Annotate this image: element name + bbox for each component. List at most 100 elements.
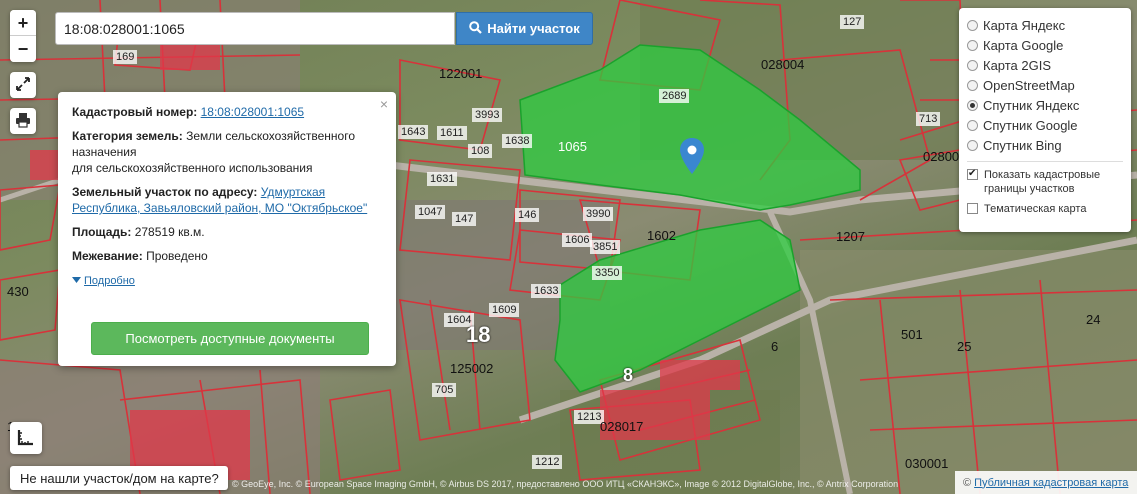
map-label: 1631 — [427, 172, 458, 186]
layer-radio[interactable] — [967, 139, 978, 151]
land-usage-value: для сельскохозяйственного использования — [72, 161, 313, 175]
ruler-icon — [17, 428, 35, 449]
area-label: Площадь: — [72, 225, 132, 239]
map-label: 3990 — [583, 207, 614, 221]
divider — [967, 161, 1123, 162]
map-label: 147 — [452, 212, 477, 226]
base-layer-list: Карта Яндекс Карта Google Карта 2GIS OpenSt… — [967, 15, 1123, 155]
map-label: 122001 — [439, 66, 483, 81]
survey-value: Проведено — [146, 249, 208, 263]
layer-option[interactable]: Спутник Bing — [967, 135, 1123, 155]
map-label: 3993 — [472, 108, 503, 122]
map-label: 1602 — [647, 228, 676, 243]
fullscreen-icon — [15, 76, 31, 95]
map-label: 3851 — [590, 240, 621, 254]
not-found-button[interactable]: Не нашли участок/дом на карте? — [10, 466, 228, 490]
layer-option[interactable]: Карта Google — [967, 35, 1123, 55]
map-label: 1047 — [415, 205, 446, 219]
layer-option-label: Спутник Google — [983, 117, 1078, 133]
thematic-map-toggle[interactable]: Тематическая карта — [967, 202, 1123, 216]
print-button[interactable] — [10, 108, 36, 134]
copyright-bar: © Публичная кадастровая карта — [955, 471, 1137, 494]
layer-option[interactable]: OpenStreetMap — [967, 75, 1123, 95]
area-value: 278519 кв.м. — [134, 225, 205, 239]
layer-option-label: Карта Google — [983, 37, 1064, 53]
imagery-attribution: © GeoEye, Inc. © European Space Imaging … — [232, 479, 899, 489]
layer-option[interactable]: Спутник Google — [967, 115, 1123, 135]
layer-radio[interactable] — [967, 119, 978, 131]
map-label: 127 — [840, 15, 865, 29]
thematic-map-checkbox[interactable] — [967, 203, 978, 214]
map-label: 169 — [113, 50, 138, 64]
address-label: Земельный участок по адресу: — [72, 185, 258, 199]
map-label: 1207 — [836, 229, 865, 244]
show-boundaries-toggle[interactable]: Показать кадастровые границы участков — [967, 167, 1123, 196]
layer-switcher-panel: Карта Яндекс Карта Google Карта 2GIS OpenSt… — [959, 8, 1131, 232]
map-label: 501 — [901, 327, 923, 342]
map-label: 02800 — [923, 149, 960, 164]
map-label: 028004 — [761, 57, 805, 72]
find-parcel-label: Найти участок — [487, 21, 580, 36]
print-icon — [15, 112, 31, 131]
map-label: 1611 — [437, 126, 467, 140]
map-marker-icon[interactable] — [680, 138, 704, 174]
survey-label: Межевание: — [72, 249, 143, 263]
map-label: 1212 — [532, 455, 563, 469]
layer-option-label: Карта 2GIS — [983, 57, 1052, 73]
view-documents-button[interactable]: Посмотреть доступные документы — [91, 322, 369, 355]
details-label: Подробно — [84, 275, 135, 287]
map-label: 125002 — [450, 361, 494, 376]
cadastral-number-label: Кадастровый номер: — [72, 105, 198, 119]
map-label: 1609 — [489, 303, 520, 317]
map-label: 028017 — [600, 419, 644, 434]
close-icon[interactable]: × — [380, 96, 388, 112]
layer-option[interactable]: Спутник Яндекс — [967, 95, 1123, 115]
cadastral-number-link[interactable]: 18:08:028001:1065 — [201, 105, 304, 119]
map-label: 146 — [515, 208, 540, 222]
map-label: 3350 — [592, 266, 623, 280]
map-label: 25 — [957, 339, 972, 354]
layer-radio[interactable] — [967, 79, 978, 91]
layer-option[interactable]: Карта 2GIS — [967, 55, 1123, 75]
map-label: 6 — [771, 339, 779, 354]
show-boundaries-label: Показать кадастровые границы участков — [984, 169, 1101, 195]
map-label: 24 — [1086, 312, 1101, 327]
zoom-control: + − — [10, 10, 36, 62]
map-label: 030001 — [905, 456, 949, 471]
layer-option-label: OpenStreetMap — [983, 77, 1075, 93]
parcel-info-popup: × Кадастровый номер: 18:08:028001:1065 К… — [58, 92, 396, 366]
map-label: 1606 — [562, 233, 593, 247]
find-parcel-button[interactable]: Найти участок — [456, 12, 593, 45]
map-label: 1638 — [502, 134, 533, 148]
map-label: 2689 — [659, 89, 690, 103]
layer-option-label: Спутник Bing — [983, 137, 1062, 153]
details-toggle[interactable]: Подробно — [72, 273, 135, 289]
layer-option-label: Спутник Яндекс — [983, 97, 1080, 113]
layer-radio[interactable] — [967, 39, 978, 51]
map-label: 8 — [623, 365, 634, 385]
measure-button[interactable] — [10, 422, 42, 454]
fullscreen-button[interactable] — [10, 72, 36, 98]
zoom-out-button[interactable]: − — [10, 36, 36, 62]
map-label: 430 — [7, 284, 29, 299]
map-label: 108 — [468, 144, 493, 158]
zoom-in-button[interactable]: + — [10, 10, 36, 36]
caret-down-icon — [72, 273, 81, 289]
map-label: 18 — [466, 322, 491, 347]
thematic-map-label: Тематическая карта — [984, 203, 1087, 215]
layer-radio[interactable] — [967, 19, 978, 31]
layer-option-label: Карта Яндекс — [983, 17, 1066, 33]
map-label: 1065 — [558, 139, 587, 154]
map-label: 1643 — [398, 125, 429, 139]
search-icon — [469, 20, 483, 37]
layer-radio[interactable] — [967, 99, 978, 111]
copyright-symbol: © — [963, 476, 972, 489]
layer-radio[interactable] — [967, 59, 978, 71]
public-cadastral-map-link[interactable]: Публичная кадастровая карта — [974, 477, 1128, 489]
show-boundaries-checkbox[interactable] — [967, 167, 978, 181]
land-category-label: Категория земель: — [72, 129, 183, 143]
map-label: 705 — [432, 383, 457, 397]
layer-option[interactable]: Карта Яндекс — [967, 15, 1123, 35]
cadastral-search-input[interactable] — [55, 12, 455, 45]
map-label: 1633 — [531, 284, 562, 298]
